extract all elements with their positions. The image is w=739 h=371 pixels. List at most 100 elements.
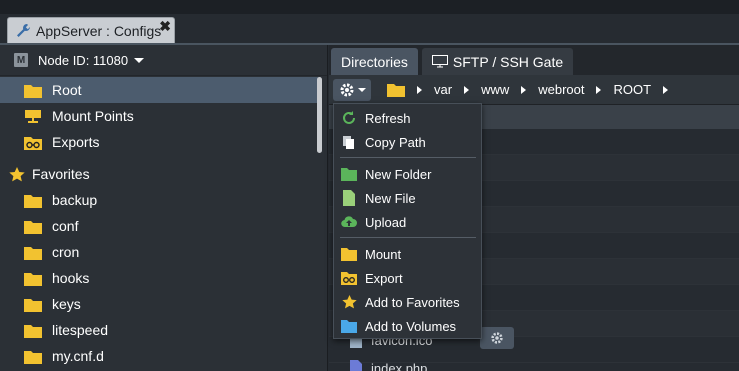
tree-item-label: conf (52, 218, 79, 234)
volume-folder-icon (341, 318, 357, 334)
export-icon (24, 136, 42, 150)
tree-item-label: Root (52, 82, 82, 98)
chevron-right-icon (417, 85, 422, 94)
tab-label: SFTP / SSH Gate (452, 53, 564, 70)
tree-item-cron[interactable]: cron (0, 239, 318, 265)
menu-item-label: Upload (365, 214, 407, 230)
node-icon: M (14, 53, 28, 67)
path-bar: var www webroot ROOT (329, 75, 739, 105)
menu-item-label: Copy Path (365, 134, 426, 150)
gear-icon (491, 332, 503, 344)
upload-icon (341, 214, 357, 230)
tree-item-label: Mount Points (52, 108, 134, 124)
menu-item-add-to-favorites[interactable]: Add to Favorites (334, 290, 482, 314)
node-selector[interactable]: M Node ID: 11080 (0, 45, 327, 76)
chevron-down-icon (357, 87, 366, 92)
breadcrumb-item[interactable]: webroot (538, 82, 584, 97)
gear-icon (340, 83, 353, 96)
menu-item-copy-path[interactable]: Copy Path (334, 130, 482, 154)
breadcrumb-item[interactable]: ROOT (613, 82, 651, 97)
star-icon (9, 166, 25, 181)
menu-item-label: Export (365, 270, 403, 286)
tree-scrollbar[interactable] (317, 77, 322, 153)
chevron-right-icon (663, 85, 669, 94)
chevron-right-icon (596, 85, 602, 94)
star-icon (341, 294, 357, 310)
menu-item-label: Mount (365, 246, 402, 262)
folder-icon (24, 220, 42, 234)
chevron-down-icon (134, 57, 145, 63)
php-file-icon (350, 360, 362, 371)
menu-item-label: Add to Favorites (365, 294, 460, 310)
tree-item-backup[interactable]: backup (0, 187, 318, 213)
breadcrumb-item[interactable]: www (481, 82, 509, 97)
menu-item-label: Add to Volumes (365, 318, 457, 334)
tree-item-my-cnf-d[interactable]: my.cnf.d (0, 343, 318, 369)
node-label: Node ID: 11080 (38, 52, 129, 68)
new-file-icon (341, 190, 357, 206)
monitor-icon (431, 55, 448, 68)
tree-item-exports[interactable]: Exports (0, 129, 318, 155)
left-panel: M Node ID: 11080 Root Mount Points Expor… (0, 45, 328, 371)
mount-icon (25, 109, 41, 123)
tree-item-label: litespeed (52, 322, 109, 338)
tree-item-label: my.cnf.d (52, 348, 104, 364)
close-tab-button[interactable]: ✖ (159, 18, 171, 35)
tree-item-favorites[interactable]: Favorites (0, 161, 318, 187)
refresh-icon (341, 110, 357, 126)
menu-item-label: Refresh (365, 110, 411, 126)
mount-icon (341, 246, 357, 262)
tree-item-label: cron (52, 244, 80, 260)
tree-item-label: hooks (52, 270, 90, 286)
folder-icon (24, 350, 42, 364)
window-tab-title: AppServer : Configs (36, 23, 162, 39)
tree-item-label: backup (52, 192, 98, 208)
right-tabs: Directories SFTP / SSH Gate (329, 45, 739, 75)
menu-divider (340, 157, 476, 158)
wrench-icon (17, 24, 30, 37)
menu-item-refresh[interactable]: Refresh (334, 106, 482, 130)
tree-item-litespeed[interactable]: litespeed (0, 317, 318, 343)
file-name: index.php (371, 360, 428, 371)
file-row-index[interactable]: index.php (349, 360, 427, 371)
tab-sftp-ssh-gate[interactable]: SFTP / SSH Gate (421, 48, 574, 75)
tree-item-root[interactable]: Root (0, 77, 318, 103)
tree-item-hooks[interactable]: hooks (0, 265, 318, 291)
folder-icon (24, 246, 42, 260)
menu-divider (340, 237, 476, 238)
breadcrumb: var www webroot ROOT (387, 82, 680, 97)
tab-directories[interactable]: Directories (331, 48, 418, 75)
folder-icon (24, 194, 42, 208)
tree-item-label: Exports (52, 134, 100, 150)
window-tab[interactable]: AppServer : Configs ✖ (7, 17, 175, 44)
menu-item-export[interactable]: Export (334, 266, 482, 290)
export-icon (341, 270, 357, 286)
chevron-right-icon (521, 85, 527, 94)
menu-item-label: New File (365, 190, 416, 206)
top-strip (0, 0, 739, 14)
tree-item-label: keys (52, 296, 81, 312)
folder-icon (24, 324, 42, 338)
breadcrumb-item[interactable]: var (434, 82, 452, 97)
tree-item-keys[interactable]: keys (0, 291, 318, 317)
folder-icon[interactable] (387, 82, 405, 97)
tree-item-label: Favorites (32, 166, 90, 182)
menu-item-upload[interactable]: Upload (334, 210, 482, 234)
folder-icon (24, 272, 42, 286)
chevron-right-icon (464, 85, 470, 94)
tree-item-conf[interactable]: conf (0, 213, 318, 239)
folder-icon (24, 298, 42, 312)
menu-item-new-file[interactable]: New File (334, 186, 482, 210)
tree-item-mount-points[interactable]: Mount Points (0, 103, 318, 129)
copy-icon (341, 134, 357, 150)
tab-label: Directories (341, 53, 408, 70)
menu-item-add-to-volumes[interactable]: Add to Volumes (334, 314, 482, 338)
menu-item-label: New Folder (365, 166, 432, 182)
actions-menu-button[interactable] (333, 78, 371, 101)
folder-icon (24, 84, 42, 98)
menu-item-mount[interactable]: Mount (334, 242, 482, 266)
new-folder-icon (341, 166, 357, 182)
actions-dropdown-menu: Refresh Copy Path New Folder New File Up… (333, 103, 482, 339)
menu-item-new-folder[interactable]: New Folder (334, 162, 482, 186)
row-actions-button[interactable] (480, 327, 514, 349)
